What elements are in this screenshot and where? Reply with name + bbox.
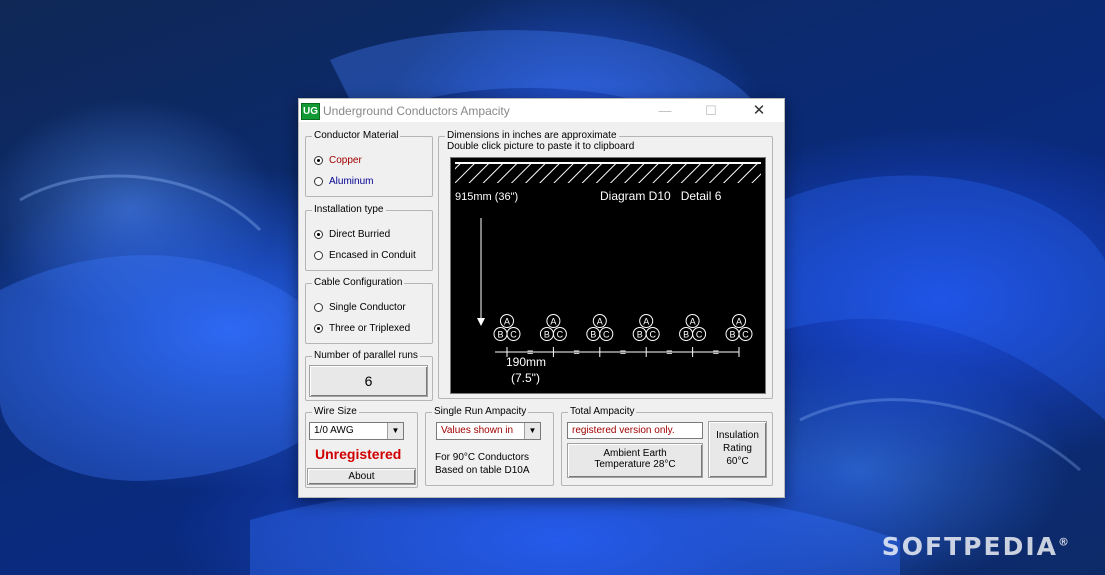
- single-run-select[interactable]: Values shown in ▼: [436, 422, 541, 440]
- burial-diagram[interactable]: ABCABCABCABCABCABC = = = = = 915mm (36") Dia…: [450, 157, 766, 394]
- diagram-title: Diagram D10 Detail 6: [600, 189, 722, 203]
- minimize-button[interactable]: —: [642, 99, 688, 122]
- insulation-rating-button[interactable]: Insulation Rating 60°C: [708, 421, 767, 478]
- ambient-line-2: Temperature 28°C: [594, 459, 676, 470]
- depth-arrow-head: [477, 318, 485, 326]
- radio-single-conductor[interactable]: Single Conductor: [314, 300, 406, 314]
- radio-aluminum-dot[interactable]: [314, 176, 323, 186]
- wire-size-chevron-down-icon[interactable]: ▼: [387, 423, 403, 439]
- radio-copper-label: Copper: [329, 154, 362, 166]
- conductor-material-label: Conductor Material: [312, 130, 401, 141]
- equal-spacing-mark: =: [666, 347, 672, 359]
- total-ampacity-label: Total Ampacity: [568, 406, 637, 417]
- ambient-temperature-button[interactable]: Ambient Earth Temperature 28°C: [567, 443, 703, 478]
- dimensions-label: Dimensions in inches are approximate: [445, 130, 619, 141]
- single-run-chevron-down-icon[interactable]: ▼: [524, 423, 540, 439]
- conductor-letter: C: [510, 330, 517, 340]
- radio-copper[interactable]: Copper: [314, 153, 362, 167]
- conductor-letter: A: [690, 317, 696, 327]
- depth-label: 915mm (36"): [455, 191, 519, 203]
- equal-spacing-mark: =: [620, 347, 626, 359]
- conductor-letter: B: [497, 330, 503, 340]
- insulation-line-3: 60°C: [726, 456, 749, 467]
- spacing-mm-label: 190mm: [506, 355, 547, 369]
- conductor-letter: C: [649, 330, 656, 340]
- single-run-label: Single Run Ampacity: [432, 406, 529, 417]
- parallel-runs-button[interactable]: 6: [309, 365, 428, 397]
- wire-size-select[interactable]: 1/0 AWG ▼: [309, 422, 404, 440]
- radio-direct-burried[interactable]: Direct Burried: [314, 227, 390, 241]
- conductor-letter: B: [683, 330, 689, 340]
- window-title: Underground Conductors Ampacity: [323, 104, 510, 118]
- conductor-letter: A: [550, 317, 556, 327]
- radio-direct-burried-label: Direct Burried: [329, 228, 391, 240]
- cable-configuration-label: Cable Configuration: [312, 277, 405, 288]
- radio-encased-conduit-label: Encased in Conduit: [329, 249, 416, 261]
- app-icon: UG: [301, 103, 320, 120]
- wire-size-label: Wire Size: [312, 406, 359, 417]
- conductor-letter: A: [736, 317, 742, 327]
- about-button[interactable]: About: [307, 468, 416, 485]
- cable-configuration-group: Cable Configuration Single Conductor Thr…: [305, 277, 433, 344]
- conductor-letter: A: [597, 317, 603, 327]
- radio-single-conductor-label: Single Conductor: [329, 301, 406, 313]
- wire-size-value: 1/0 AWG: [314, 425, 354, 436]
- radio-three-triplexed-label: Three or Triplexed: [329, 322, 411, 334]
- unregistered-status: Unregistered: [315, 446, 402, 462]
- insulation-line-2: Rating: [723, 443, 752, 454]
- conductor-material-group: Conductor Material Copper Aluminum: [305, 130, 433, 197]
- conductor-letter: B: [637, 330, 643, 340]
- conductor-letter: C: [696, 330, 703, 340]
- conductor-letter: A: [504, 317, 510, 327]
- parallel-runs-label: Number of parallel runs: [312, 350, 420, 361]
- conductor-letter: C: [603, 330, 610, 340]
- radio-encased-conduit[interactable]: Encased in Conduit: [314, 248, 416, 262]
- ambient-line-1: Ambient Earth: [603, 448, 667, 459]
- conductor-letter: B: [590, 330, 596, 340]
- single-run-note-1: For 90°C Conductors: [435, 452, 530, 463]
- radio-three-triplexed[interactable]: Three or Triplexed: [314, 321, 410, 335]
- conductor-letter: A: [643, 317, 649, 327]
- title-bar[interactable]: UG Underground Conductors Ampacity — ☐ ✕: [299, 99, 784, 122]
- maximize-button[interactable]: ☐: [688, 99, 734, 122]
- app-window: UG Underground Conductors Ampacity — ☐ ✕…: [298, 98, 785, 498]
- earth-surface-hatch: [455, 162, 761, 183]
- radio-copper-dot[interactable]: [314, 155, 323, 165]
- conductor-letter: C: [557, 330, 564, 340]
- triplex-layer: AB CAB CAB CAB CAB CAB C: [493, 314, 753, 341]
- insulation-line-1: Insulation: [716, 430, 759, 441]
- installation-type-label: Installation type: [312, 204, 386, 215]
- installation-type-group: Installation type Direct Burried Encased…: [305, 204, 433, 271]
- single-run-note-2: Based on table D10A: [435, 465, 530, 476]
- total-ampacity-field[interactable]: registered version only.: [567, 422, 703, 439]
- conductor-letter: C: [742, 330, 749, 340]
- radio-direct-burried-dot[interactable]: [314, 229, 323, 239]
- radio-single-conductor-dot[interactable]: [314, 302, 323, 312]
- radio-aluminum[interactable]: Aluminum: [314, 174, 373, 188]
- parallel-runs-group: Number of parallel runs 6: [305, 350, 433, 401]
- clipboard-hint: Double click picture to paste it to clip…: [447, 141, 635, 152]
- equal-spacing-mark: =: [573, 347, 579, 359]
- single-run-value: Values shown in: [441, 425, 514, 436]
- close-button[interactable]: ✕: [736, 99, 782, 122]
- radio-encased-conduit-dot[interactable]: [314, 250, 323, 260]
- softpedia-watermark: SOFTPEDIA®: [881, 532, 1071, 561]
- conductor-letter: B: [544, 330, 550, 340]
- radio-three-triplexed-dot[interactable]: [314, 323, 323, 333]
- conductor-letter: B: [729, 330, 735, 340]
- radio-aluminum-label: Aluminum: [329, 175, 374, 187]
- equal-spacing-mark: =: [713, 347, 719, 359]
- spacing-in-label: (7.5"): [511, 371, 540, 385]
